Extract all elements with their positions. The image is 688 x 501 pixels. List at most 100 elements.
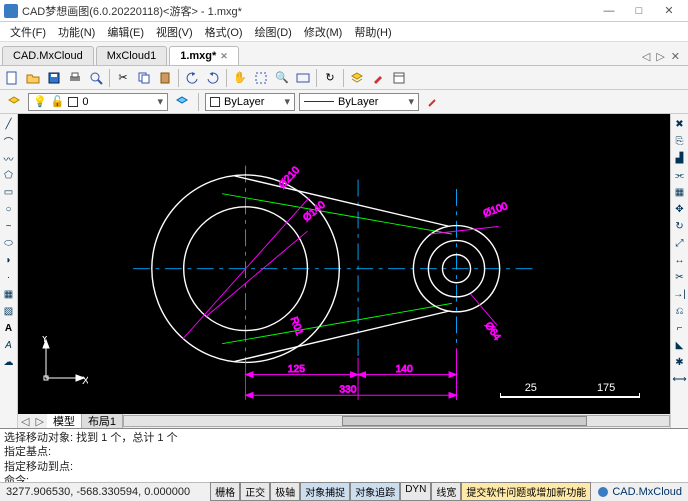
rect-tool[interactable]: ▭ xyxy=(1,184,17,200)
color-swatch xyxy=(210,97,220,107)
trim-tool[interactable]: ✂ xyxy=(672,269,688,285)
ellipse-tool[interactable]: ⬭ xyxy=(1,235,17,251)
sb-grid[interactable]: 栅格 xyxy=(210,482,240,501)
ucs-icon: Y X xyxy=(38,336,88,386)
chevron-down-icon: ▾ xyxy=(157,95,163,108)
mtext-tool[interactable]: A xyxy=(1,320,17,336)
tabs-right-icon[interactable]: ▷ xyxy=(654,48,666,65)
rotate-tool[interactable]: ↻ xyxy=(672,218,688,234)
sb-dyn[interactable]: DYN xyxy=(400,482,431,501)
svg-text:140: 140 xyxy=(396,364,413,375)
explode-tool[interactable]: ✱ xyxy=(672,354,688,370)
copy-button[interactable] xyxy=(134,68,154,88)
zoom-extent-button[interactable] xyxy=(293,68,313,88)
drawing-canvas[interactable]: Ø210 Ø140 Ø100 Ø64 R01 xyxy=(18,114,670,414)
hatch-tool[interactable]: ▧ xyxy=(1,303,17,319)
tabs-close-all-icon[interactable]: ✕ xyxy=(669,48,682,65)
menu-view[interactable]: 视图(V) xyxy=(150,22,199,42)
svg-text:Y: Y xyxy=(41,336,49,345)
model-tab[interactable]: 模型 xyxy=(47,413,82,429)
open-button[interactable] xyxy=(23,68,43,88)
erase-tool[interactable]: ✖ xyxy=(672,116,688,132)
close-button[interactable]: ✕ xyxy=(654,1,684,21)
sb-osnap[interactable]: 对象捕捉 xyxy=(300,482,350,501)
layers-button[interactable] xyxy=(347,68,367,88)
break-tool[interactable]: ⎌ xyxy=(672,303,688,319)
chamfer-tool[interactable]: ◣ xyxy=(672,337,688,353)
line-tool[interactable]: ╱ xyxy=(1,116,17,132)
tab-1mxg[interactable]: 1.mxg*✕ xyxy=(169,46,239,65)
ellipsearc-tool[interactable]: ◗ xyxy=(1,252,17,268)
cut-button[interactable]: ✂ xyxy=(113,68,133,88)
paste-button[interactable] xyxy=(155,68,175,88)
scale-ruler: 25175 xyxy=(500,382,640,398)
propmatch-button[interactable] xyxy=(368,68,388,88)
layout1-tab[interactable]: 布局1 xyxy=(82,413,123,429)
tabs-left-icon[interactable]: ◁ xyxy=(640,48,652,65)
copy-tool[interactable]: ⎘ xyxy=(672,133,688,149)
tab-cadmxcloud[interactable]: CAD.MxCloud xyxy=(2,46,94,65)
arc-tool[interactable]: ⌒ xyxy=(1,133,17,149)
menu-edit[interactable]: 编辑(E) xyxy=(101,22,150,42)
canvas-wrap: Ø210 Ø140 Ø100 Ø64 R01 xyxy=(18,114,670,428)
tabs-scroll-left-icon[interactable]: ◁ xyxy=(18,415,32,428)
sb-otrack[interactable]: 对象追踪 xyxy=(350,482,400,501)
regen-button[interactable]: ↻ xyxy=(320,68,340,88)
block-tool[interactable]: ▦ xyxy=(1,286,17,302)
circle-tool[interactable]: ○ xyxy=(1,201,17,217)
extend-tool[interactable]: →| xyxy=(672,286,688,302)
linetype-settings-button[interactable] xyxy=(423,92,443,112)
new-button[interactable] xyxy=(2,68,22,88)
text-tool[interactable]: A xyxy=(1,337,17,353)
pline-tool[interactable]: 〰 xyxy=(1,150,17,166)
move-tool[interactable]: ✥ xyxy=(672,201,688,217)
app-icon xyxy=(4,4,18,18)
array-tool[interactable]: ▦ xyxy=(672,184,688,200)
props-button[interactable] xyxy=(389,68,409,88)
undo-button[interactable] xyxy=(182,68,202,88)
svg-text:330: 330 xyxy=(339,384,356,395)
layer-prev-button[interactable] xyxy=(172,92,192,112)
sb-ortho[interactable]: 正交 xyxy=(240,482,270,501)
minimize-button[interactable]: — xyxy=(594,1,624,21)
save-button[interactable] xyxy=(44,68,64,88)
menu-modify[interactable]: 修改(M) xyxy=(298,22,349,42)
menu-func[interactable]: 功能(N) xyxy=(52,22,101,42)
linetype-dropdown[interactable]: ByLayer ▾ xyxy=(299,93,419,111)
point-tool[interactable]: · xyxy=(1,269,17,285)
redo-button[interactable] xyxy=(203,68,223,88)
maximize-button[interactable]: □ xyxy=(624,1,654,21)
hscrollbar[interactable] xyxy=(123,415,670,427)
sb-feedback[interactable]: 提交软件问题或增加新功能 xyxy=(461,482,591,501)
print-button[interactable] xyxy=(65,68,85,88)
sb-polar[interactable]: 极轴 xyxy=(270,482,300,501)
cmd-line: 指定移动到点: xyxy=(4,460,684,474)
scale-tool[interactable]: ⤢ xyxy=(672,235,688,251)
tab-close-icon[interactable]: ✕ xyxy=(220,51,228,62)
zoom-range-button[interactable] xyxy=(251,68,271,88)
fillet-tool[interactable]: ⌐ xyxy=(672,320,688,336)
polygon-tool[interactable]: ⬠ xyxy=(1,167,17,183)
command-area[interactable]: 选择移动对象: 找到 1 个，总计 1 个 指定基点: 指定移动到点: 命令: xyxy=(0,428,688,482)
zoom-in-button[interactable]: 🔍 xyxy=(272,68,292,88)
pan-button[interactable]: ✋ xyxy=(230,68,250,88)
hscroll-thumb[interactable] xyxy=(342,416,587,426)
menu-draw[interactable]: 绘图(D) xyxy=(249,22,298,42)
offset-tool[interactable]: ⫘ xyxy=(672,167,688,183)
layer-manager-button[interactable] xyxy=(4,92,24,112)
preview-button[interactable] xyxy=(86,68,106,88)
stretch-tool[interactable]: ↔ xyxy=(672,252,688,268)
layer-dropdown[interactable]: 💡 🔓 0 ▾ xyxy=(28,93,168,111)
tab-mxcloud1[interactable]: MxCloud1 xyxy=(96,46,168,65)
color-dropdown[interactable]: ByLayer ▾ xyxy=(205,93,295,111)
mirror-tool[interactable]: ▟ xyxy=(672,150,688,166)
spline-tool[interactable]: ~ xyxy=(1,218,17,234)
sb-lwt[interactable]: 线宽 xyxy=(431,482,461,501)
tabs-scroll-right-icon[interactable]: ▷ xyxy=(32,415,46,428)
menu-help[interactable]: 帮助(H) xyxy=(348,22,397,42)
menu-file[interactable]: 文件(F) xyxy=(4,22,52,42)
dim-tool[interactable]: ⟷ xyxy=(672,371,688,387)
main-toolbar: ✂ ✋ 🔍 ↻ xyxy=(0,66,688,90)
cloud-tool[interactable]: ☁ xyxy=(1,354,17,370)
menu-format[interactable]: 格式(O) xyxy=(199,22,249,42)
